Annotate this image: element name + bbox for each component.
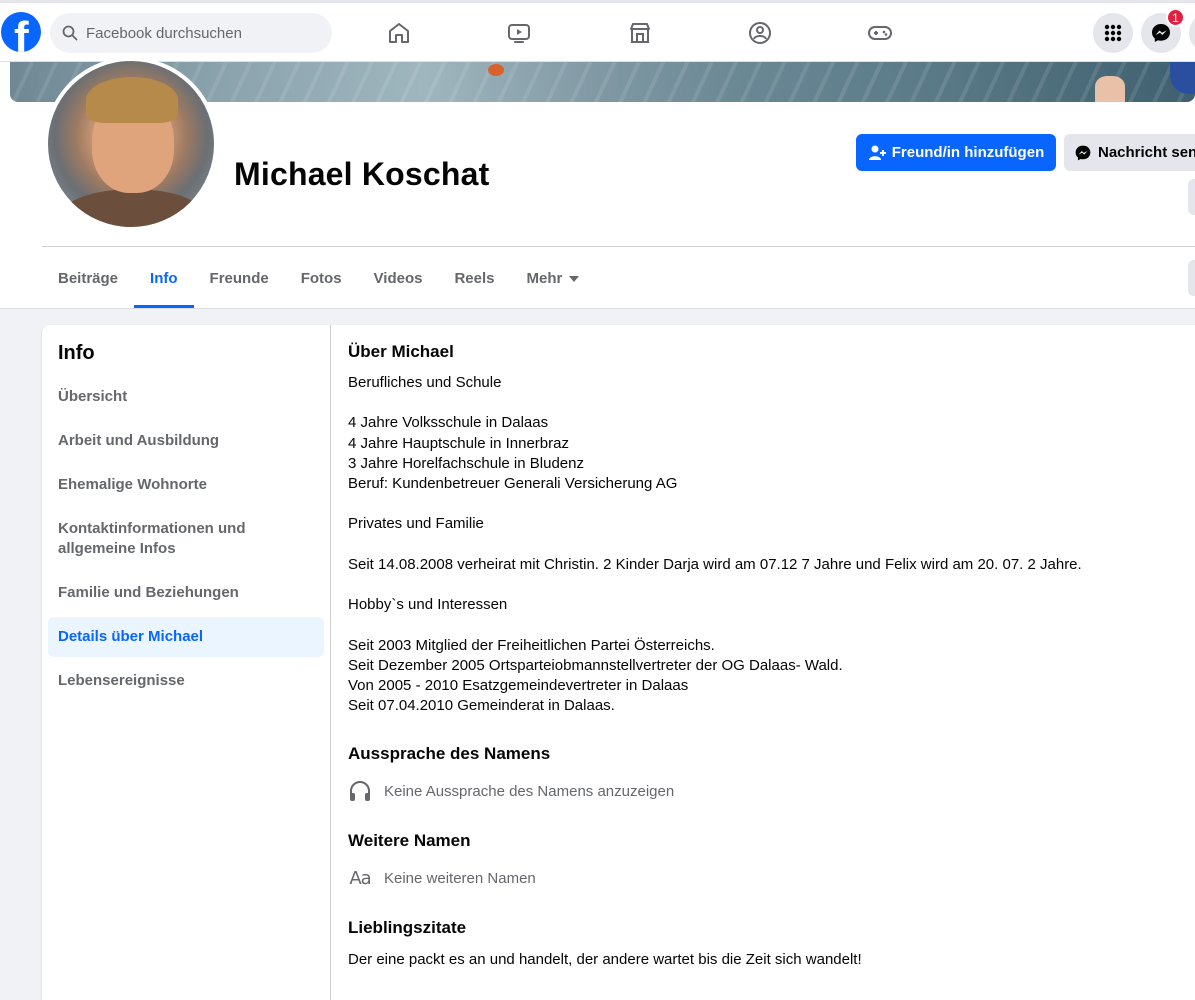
- header-divider: [42, 246, 1195, 247]
- profile-avatar[interactable]: [44, 57, 218, 231]
- sidebar-item-overview[interactable]: Übersicht: [48, 377, 324, 417]
- marketplace-icon[interactable]: [626, 19, 654, 47]
- add-friend-button[interactable]: Freund/in hinzufügen: [856, 134, 1056, 171]
- sidebar-item-work-education[interactable]: Arbeit und Ausbildung: [48, 421, 324, 461]
- details-content: Über Michael Berufliches und Schule 4 Ja…: [348, 341, 1195, 968]
- top-navigation: f 1: [0, 0, 1195, 62]
- messenger-badge: 1: [1166, 8, 1185, 27]
- pronunciation-text: Keine Aussprache des Namens anzuzeigen: [384, 782, 675, 800]
- facebook-logo[interactable]: f: [1, 12, 41, 52]
- about-title: Über Michael: [348, 342, 454, 361]
- account-button[interactable]: [1189, 13, 1195, 53]
- home-icon[interactable]: [385, 19, 413, 47]
- messenger-icon: [1152, 24, 1170, 42]
- text-icon: Aa: [349, 867, 371, 889]
- tab-info[interactable]: Info: [134, 248, 194, 308]
- profile-header: Michael Koschat Freund/in hinzufügen Nac…: [0, 57, 1195, 309]
- search-icon: [62, 25, 78, 41]
- sidebar-item-life-events[interactable]: Lebensereignisse: [48, 661, 324, 701]
- quotes-text: Der eine packt es an und handelt, der an…: [348, 951, 862, 969]
- tab-friends[interactable]: Freunde: [194, 248, 285, 308]
- tab-videos[interactable]: Videos: [358, 248, 439, 308]
- other-names-row: Aa Keine weiteren Namen: [348, 866, 1195, 890]
- search-box[interactable]: [50, 13, 332, 53]
- profile-name: Michael Koschat: [234, 156, 490, 192]
- pronunciation-row: Keine Aussprache des Namens anzuzeigen: [348, 779, 1195, 803]
- gaming-icon[interactable]: [866, 19, 894, 47]
- send-message-label: Nachricht senden: [1098, 144, 1195, 161]
- tab-options-button[interactable]: [1188, 260, 1195, 296]
- about-sidebar: Info Übersicht Arbeit und Ausbildung Ehe…: [42, 325, 331, 1000]
- add-friend-icon: [868, 145, 886, 160]
- pronunciation-title: Aussprache des Namens: [348, 744, 551, 764]
- search-input[interactable]: [86, 24, 306, 42]
- headphones-icon: [348, 779, 372, 803]
- sidebar-item-places-lived[interactable]: Ehemalige Wohnorte: [48, 465, 324, 505]
- tab-photos[interactable]: Fotos: [285, 248, 358, 308]
- cover-feet: [1095, 76, 1125, 102]
- add-friend-label: Freund/in hinzufügen: [891, 144, 1045, 161]
- send-message-button[interactable]: Nachricht senden: [1064, 134, 1195, 171]
- sidebar-title: Info: [58, 342, 95, 364]
- menu-grid-button[interactable]: [1093, 13, 1133, 53]
- other-names-title: Weitere Namen: [348, 831, 471, 851]
- grid-icon: [1104, 24, 1122, 42]
- sidebar-item-family[interactable]: Familie und Beziehungen: [48, 573, 324, 613]
- tab-more[interactable]: Mehr: [511, 248, 596, 308]
- sidebar-item-details[interactable]: Details über Michael: [48, 617, 324, 657]
- about-card: Info Übersicht Arbeit und Ausbildung Ehe…: [42, 325, 1195, 1000]
- facebook-logo-letter: f: [14, 13, 29, 53]
- tab-posts[interactable]: Beiträge: [42, 248, 134, 308]
- about-text: Berufliches und Schule 4 Jahre Volksschu…: [348, 374, 1082, 715]
- sidebar-item-contact-info[interactable]: Kontaktinformationen und allgemeine Info…: [48, 509, 324, 569]
- cover-buoy: [488, 64, 504, 76]
- profile-tabs: Beiträge Info Freunde Fotos Videos Reels…: [42, 248, 595, 308]
- avatar-hair: [86, 77, 178, 123]
- other-names-text: Keine weiteren Namen: [384, 869, 536, 887]
- tab-reels[interactable]: Reels: [438, 248, 510, 308]
- messenger-icon: [1075, 145, 1091, 160]
- caret-down-icon: [569, 276, 580, 282]
- watch-icon[interactable]: [505, 19, 533, 47]
- quotes-title: Lieblingszitate: [348, 918, 467, 938]
- messenger-button[interactable]: 1: [1141, 8, 1185, 53]
- tab-more-label: Mehr: [526, 269, 563, 287]
- groups-icon[interactable]: [746, 19, 774, 47]
- avatar-shirt: [58, 189, 208, 227]
- more-actions-button[interactable]: [1188, 179, 1195, 215]
